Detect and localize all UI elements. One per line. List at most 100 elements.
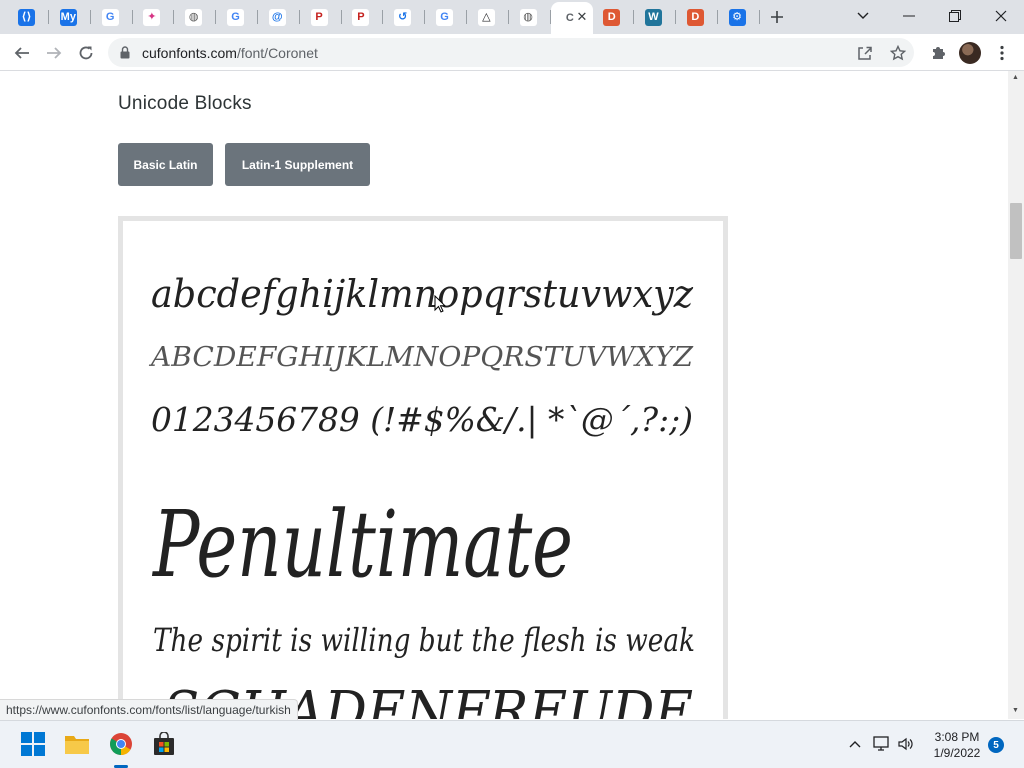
address-bar[interactable]: cufonfonts.com/font/Coronet	[108, 38, 914, 67]
scroll-down-icon[interactable]: ▼	[1012, 707, 1019, 714]
clock-time: 3:08 PM	[934, 730, 980, 744]
forward-button[interactable]	[40, 39, 68, 67]
settings-icon: ⚙	[728, 8, 746, 26]
google-icon: G	[101, 8, 119, 26]
browser-toolbar: cufonfonts.com/font/Coronet	[0, 34, 1024, 71]
duckduckgo-icon: D	[686, 8, 704, 26]
browser-tab[interactable]: My	[50, 4, 91, 30]
restore-icon	[949, 10, 961, 22]
browser-tab[interactable]: W	[635, 4, 676, 30]
duckduckgo-icon: D	[603, 8, 621, 26]
lock-icon	[120, 46, 130, 64]
url-host: cufonfonts.com	[142, 45, 237, 61]
at-sign-icon: @	[268, 8, 286, 26]
basic-latin-button[interactable]: Basic Latin	[118, 143, 213, 186]
menu-button[interactable]	[988, 39, 1016, 67]
restore-button[interactable]	[932, 2, 978, 30]
close-window-button[interactable]	[978, 2, 1024, 30]
preview-numbers: 0123456789 (!#$%&/.| *`@´,?:;)	[151, 400, 693, 439]
puzzle-icon	[933, 47, 945, 59]
preview-word: Penultimate	[152, 491, 573, 598]
network-icon[interactable]	[873, 735, 891, 753]
more-vert-icon	[1000, 45, 1004, 61]
browser-tab[interactable]: ◍	[175, 4, 217, 30]
history-icon: ↺	[394, 8, 412, 26]
font-preview: abcdefghijklmnopqrstuvwxyz ABCDEFGHIJKLM…	[118, 216, 728, 719]
reload-button[interactable]	[72, 39, 100, 67]
browser-tab[interactable]: ◍	[510, 4, 551, 30]
clock-date: 1/9/2022	[933, 746, 981, 760]
browser-tab[interactable]: @	[259, 4, 300, 30]
minimize-button[interactable]	[886, 2, 932, 30]
notification-badge[interactable]: 5	[988, 737, 1004, 753]
browser-tab[interactable]: △	[468, 4, 509, 30]
reload-icon	[79, 46, 93, 60]
section-title: Unicode Blocks	[118, 93, 252, 114]
plus-icon	[771, 11, 783, 23]
globe-icon: ◍	[185, 8, 203, 26]
close-tab-icon[interactable]: ✕	[576, 9, 587, 25]
browser-tab[interactable]: C ✕	[551, 2, 594, 34]
store-button[interactable]	[151, 731, 177, 757]
browser-tab[interactable]: G	[426, 4, 467, 30]
vertical-scrollbar[interactable]: ▲ ▼	[1008, 71, 1024, 719]
folder-icon	[65, 736, 89, 754]
browser-tab[interactable]: D	[593, 4, 635, 30]
tab-search-button[interactable]	[840, 2, 886, 30]
tab-strip: ⟨⟩ My G ✦ ◍ G @ P P ↺ G △ ◍ C ✕ D W D ⚙	[0, 0, 1024, 34]
p-logo-icon: P	[310, 8, 328, 26]
google-icon: G	[436, 8, 453, 26]
file-explorer-button[interactable]	[64, 731, 90, 757]
new-tab-button[interactable]	[766, 6, 788, 28]
browser-tab[interactable]: ↺	[384, 4, 426, 30]
dropbox-icon: ✦	[143, 8, 161, 26]
link-status-bubble: https://www.cufonfonts.com/fonts/list/la…	[0, 699, 298, 720]
store-bag-icon	[154, 732, 174, 755]
back-button[interactable]	[8, 39, 36, 67]
mouse-cursor-icon	[434, 295, 446, 313]
warning-icon: △	[477, 8, 495, 26]
google-icon: G	[227, 8, 244, 26]
preview-uppercase: ABCDEFGHIJKLMNOPQRSTUVWXYZ	[148, 342, 694, 373]
chrome-icon	[110, 733, 132, 755]
url-path: /font/Coronet	[236, 45, 318, 61]
arrow-left-icon	[14, 47, 29, 59]
browser-tab[interactable]: P	[301, 4, 342, 30]
code-icon: ⟨⟩	[18, 8, 35, 26]
extensions-button[interactable]	[924, 39, 952, 67]
page-content: Unicode Blocks Basic Latin Latin-1 Suppl…	[0, 71, 1008, 719]
browser-tab[interactable]: P	[342, 4, 384, 30]
p-logo-icon: P	[352, 8, 370, 26]
browser-tab[interactable]: ⚙	[719, 4, 760, 30]
my-icon: My	[59, 8, 77, 26]
bookmark-star-icon[interactable]	[889, 44, 907, 62]
globe-icon: ◍	[519, 8, 537, 26]
browser-tab[interactable]: ✦	[133, 4, 175, 30]
browser-tab[interactable]: D	[677, 4, 718, 30]
arrow-right-icon	[47, 47, 62, 59]
latin-1-supplement-button[interactable]: Latin-1 Supplement	[225, 143, 370, 186]
start-button[interactable]	[20, 731, 46, 757]
browser-tab[interactable]: G	[217, 4, 258, 30]
windows-taskbar: 3:08 PM 1/9/2022 5	[0, 720, 1024, 768]
chevron-down-icon	[857, 12, 869, 19]
scroll-up-icon[interactable]: ▲	[1012, 74, 1019, 81]
chrome-taskbar-button[interactable]	[108, 731, 134, 757]
show-hidden-icons-button[interactable]	[846, 735, 864, 753]
preview-lowercase: abcdefghijklmnopqrstuvwxyz	[151, 272, 694, 316]
url-text: cufonfonts.com/font/Coronet	[142, 45, 318, 61]
system-clock[interactable]: 3:08 PM 1/9/2022	[926, 729, 988, 761]
chevron-up-icon	[849, 741, 861, 748]
close-icon	[995, 10, 1007, 22]
browser-tab[interactable]: G	[92, 4, 133, 30]
font-preview-canvas: abcdefghijklmnopqrstuvwxyz ABCDEFGHIJKLM…	[148, 272, 695, 719]
tab-separator	[758, 10, 760, 24]
scrollbar-thumb[interactable]	[1010, 203, 1022, 259]
profile-avatar[interactable]	[959, 42, 981, 64]
wordpress-icon: W	[645, 8, 662, 26]
volume-icon[interactable]	[897, 735, 915, 753]
preview-sentence: The spirit is willing but the flesh is w…	[153, 621, 695, 659]
windows-logo-icon	[21, 732, 45, 756]
share-icon[interactable]	[856, 44, 874, 62]
browser-tab[interactable]: ⟨⟩	[8, 4, 49, 30]
